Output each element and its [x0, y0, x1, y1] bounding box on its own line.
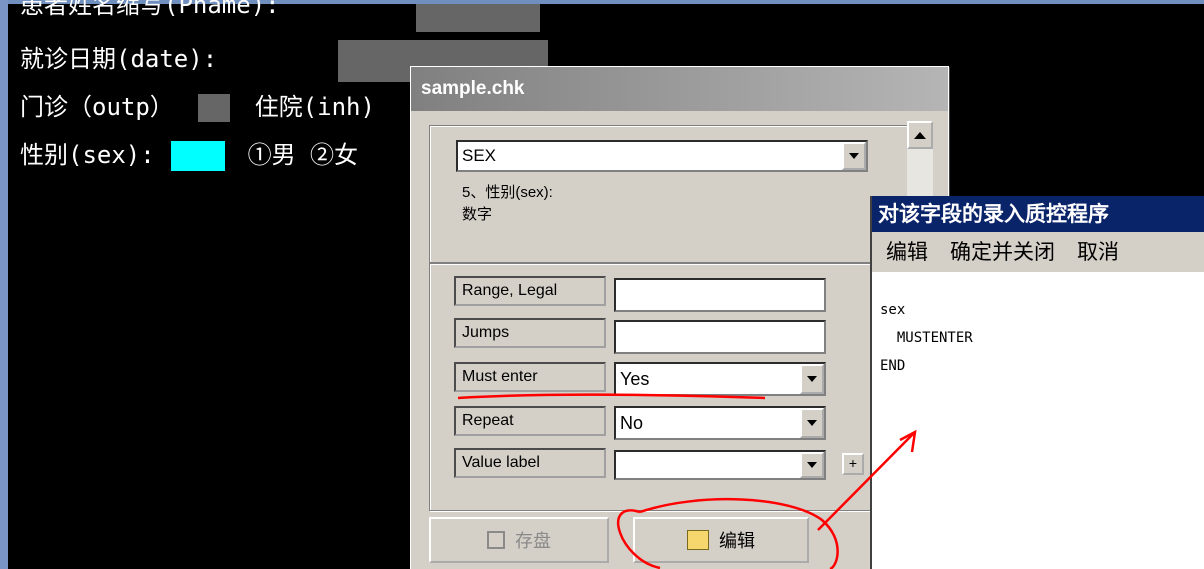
save-label: 存盘: [515, 531, 551, 552]
prop-label-must-enter: Must enter: [454, 362, 606, 392]
console-line-visit: 门诊（outp） 住院(inh): [20, 92, 375, 122]
edit-button[interactable]: 编辑: [633, 517, 809, 563]
outp-input[interactable]: [198, 94, 231, 122]
description-line-1: 5、性别(sex):: [462, 184, 553, 201]
field-panel: SEX 5、性别(sex): 数字: [429, 125, 909, 263]
code-line: END: [880, 358, 906, 374]
window-body: SEX 5、性别(sex): 数字 Range, Legal Jumps Mus…: [411, 111, 948, 569]
add-value-label-button[interactable]: +: [842, 453, 864, 475]
sex-label: 性别(sex):: [20, 141, 155, 169]
disk-icon: [487, 531, 505, 549]
edit-label: 编辑: [719, 531, 755, 552]
prop-label-value-label: Value label: [454, 448, 606, 478]
quality-control-editor: 对该字段的录入质控程序 编辑 确定并关闭 取消 sex MUSTENTER END: [870, 196, 1204, 569]
range-legal-input[interactable]: [614, 278, 826, 312]
prop-label-repeat: Repeat: [454, 406, 606, 436]
outer-border-left: [0, 0, 8, 569]
console-line-date: 就诊日期(date):: [20, 45, 218, 73]
sex-input[interactable]: [171, 141, 226, 171]
description-line-2: 数字: [462, 206, 493, 223]
save-button[interactable]: 存盘: [429, 517, 609, 563]
field-select[interactable]: SEX: [456, 140, 868, 172]
scroll-up-icon[interactable]: [907, 121, 933, 149]
edit-icon: [687, 530, 709, 550]
inh-label: 住院(inh): [254, 93, 375, 121]
chevron-down-icon[interactable]: [800, 408, 824, 438]
code-area[interactable]: sex MUSTENTER END: [880, 296, 973, 380]
prop-label-jumps: Jumps: [454, 318, 606, 348]
console-line-sex: 性别(sex): ①男 ②女: [20, 140, 358, 171]
menu-cancel[interactable]: 取消: [1077, 240, 1119, 264]
menu-edit[interactable]: 编辑: [886, 240, 928, 264]
window-title[interactable]: sample.chk: [411, 67, 948, 111]
chevron-down-icon[interactable]: [800, 364, 824, 394]
chevron-down-icon[interactable]: [842, 142, 866, 170]
console-line-pname: 患者姓名缩写(Pname):: [20, 0, 280, 19]
screen: 患者姓名缩写(Pname): 就诊日期(date): 门诊（outp） 住院(i…: [0, 0, 1204, 569]
field-description: 5、性别(sex): 数字: [462, 182, 553, 226]
outp-label: 门诊（outp）: [20, 93, 174, 121]
prop-label-range: Range, Legal: [454, 276, 606, 306]
field-select-value: SEX: [462, 146, 497, 165]
chevron-down-icon[interactable]: [800, 452, 824, 478]
check-window: sample.chk SEX 5、性别(sex): 数字 Range, Lega…: [410, 66, 949, 569]
code-line: sex: [880, 302, 906, 318]
menu-confirm-close[interactable]: 确定并关闭: [950, 240, 1055, 264]
editor-menu: 编辑 确定并关闭 取消: [872, 232, 1204, 272]
sex-options: ①男 ②女: [247, 141, 359, 169]
must-enter-select[interactable]: Yes: [614, 362, 826, 396]
properties-panel: Range, Legal Jumps Must enter Yes Repeat…: [429, 263, 909, 511]
jumps-input[interactable]: [614, 320, 826, 354]
value-label-select[interactable]: [614, 450, 826, 480]
editor-title[interactable]: 对该字段的录入质控程序: [872, 196, 1204, 232]
repeat-select[interactable]: No: [614, 406, 826, 440]
pname-input[interactable]: [416, 4, 540, 32]
code-line: MUSTENTER: [880, 330, 973, 346]
